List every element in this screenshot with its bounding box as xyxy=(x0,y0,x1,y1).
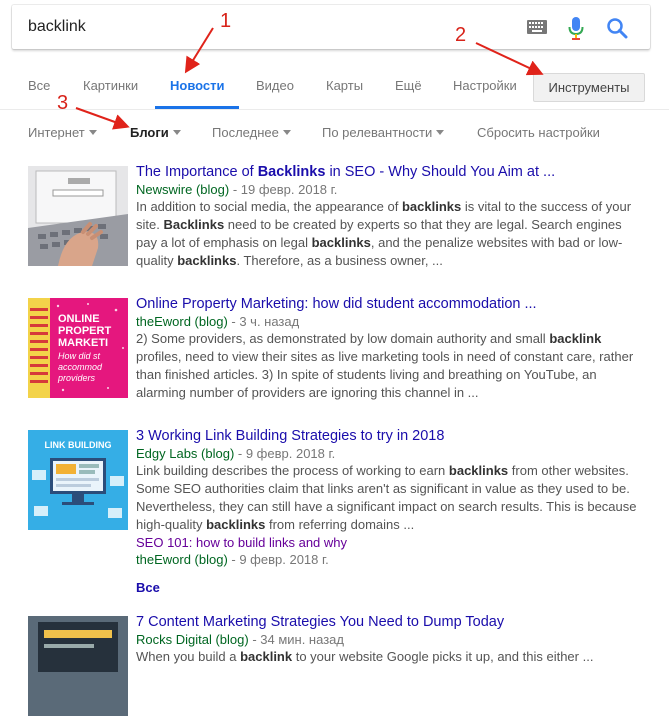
result-date: - 34 мин. назад xyxy=(248,632,344,647)
result-snippet: In addition to social media, the appeara… xyxy=(136,199,632,268)
result-date: - 3 ч. назад xyxy=(227,314,300,329)
filter-blogs[interactable]: Блоги xyxy=(130,125,181,140)
caret-down-icon xyxy=(88,130,97,135)
tab-video[interactable]: Видео xyxy=(256,78,294,93)
result-thumbnail[interactable] xyxy=(28,616,128,716)
see-all-link[interactable]: Все xyxy=(136,579,641,596)
result-date: - 19 февр. 2018 г. xyxy=(229,182,338,197)
annotation-number-2: 2 xyxy=(455,24,467,46)
result-snippet: When you build a backlink to your websit… xyxy=(136,649,594,664)
result-snippet: Link building describes the process of w… xyxy=(136,463,637,532)
search-box[interactable]: backlink xyxy=(12,5,650,49)
filter-relevance[interactable]: По релевантности xyxy=(322,125,445,140)
related-article-source: theEword (blog) xyxy=(136,552,228,567)
tab-all[interactable]: Все xyxy=(28,78,50,93)
tab-news[interactable]: Новости xyxy=(170,78,225,93)
result-source: Newswire (blog) xyxy=(136,182,230,197)
annotation-number-1: 1 xyxy=(220,10,232,32)
link-building-image: LINK BUILDING xyxy=(28,430,128,530)
result-thumbnail[interactable]: ONLINE PROPERT MARKETI How did st accomm… xyxy=(28,298,128,398)
result-title-link[interactable]: 3 Working Link Building Strategies to tr… xyxy=(136,427,641,445)
thumb-text: LINK BUILDING xyxy=(45,440,112,450)
result-title-highlight: Backlinks xyxy=(257,164,326,180)
result-title-part: in SEO - Why Should You Aim at ... xyxy=(325,164,556,180)
thumb-text: accommod xyxy=(58,362,103,372)
result-title-link[interactable]: 7 Content Marketing Strategies You Need … xyxy=(136,613,641,631)
tab-images[interactable]: Картинки xyxy=(83,78,138,93)
filter-internet-label: Интернет xyxy=(28,125,85,140)
thumb-text: MARKETI xyxy=(58,337,108,349)
filter-recent-label: Последнее xyxy=(212,125,279,140)
caret-down-icon xyxy=(436,130,445,135)
result-snippet: 2) Some providers, as demonstrated by lo… xyxy=(136,331,634,400)
thumb-text: How did st xyxy=(58,351,101,361)
result-date: - 9 февр. 2018 г. xyxy=(234,446,336,461)
tab-maps[interactable]: Карты xyxy=(326,78,363,93)
tabs-divider xyxy=(0,109,669,110)
related-article-link[interactable]: SEO 101: how to build links and why xyxy=(136,534,641,551)
annotation-number-3: 3 xyxy=(57,92,69,114)
thumb-text: providers xyxy=(57,373,96,383)
result-title-part: The Importance of xyxy=(136,164,258,180)
laptop-photo-image xyxy=(28,166,128,266)
caret-down-icon xyxy=(282,130,291,135)
caret-down-icon xyxy=(172,130,181,135)
related-article-date: - 9 февр. 2018 г. xyxy=(227,552,329,567)
filter-internet[interactable]: Интернет xyxy=(28,125,97,140)
result-source: Rocks Digital (blog) xyxy=(136,632,249,647)
result-source: theEword (blog) xyxy=(136,314,228,329)
filter-relevance-label: По релевантности xyxy=(322,125,433,140)
search-icon[interactable] xyxy=(606,17,628,39)
filter-blogs-label: Блоги xyxy=(130,125,169,140)
microphone-icon[interactable] xyxy=(568,16,584,40)
result-source: Edgy Labs (blog) xyxy=(136,446,235,461)
content-marketing-image xyxy=(28,616,128,716)
thumb-text: PROPERT xyxy=(58,325,111,337)
filter-recent[interactable]: Последнее xyxy=(212,125,291,140)
result-title-link[interactable]: Online Property Marketing: how did stude… xyxy=(136,295,641,313)
thumb-text: ONLINE xyxy=(58,313,100,325)
search-input[interactable]: backlink xyxy=(28,18,86,36)
tab-more[interactable]: Ещё xyxy=(395,78,422,93)
tools-button[interactable]: Инструменты xyxy=(533,73,645,102)
filter-reset[interactable]: Сбросить настройки xyxy=(477,125,600,140)
result-thumbnail[interactable]: LINK BUILDING xyxy=(28,430,128,530)
result-title-link[interactable]: The Importance of Backlinks in SEO - Why… xyxy=(136,163,641,181)
tab-settings[interactable]: Настройки xyxy=(453,78,517,93)
result-thumbnail[interactable] xyxy=(28,166,128,266)
keyboard-icon[interactable] xyxy=(527,20,547,34)
marketing-banner-image: ONLINE PROPERT MARKETI How did st accomm… xyxy=(28,298,128,398)
